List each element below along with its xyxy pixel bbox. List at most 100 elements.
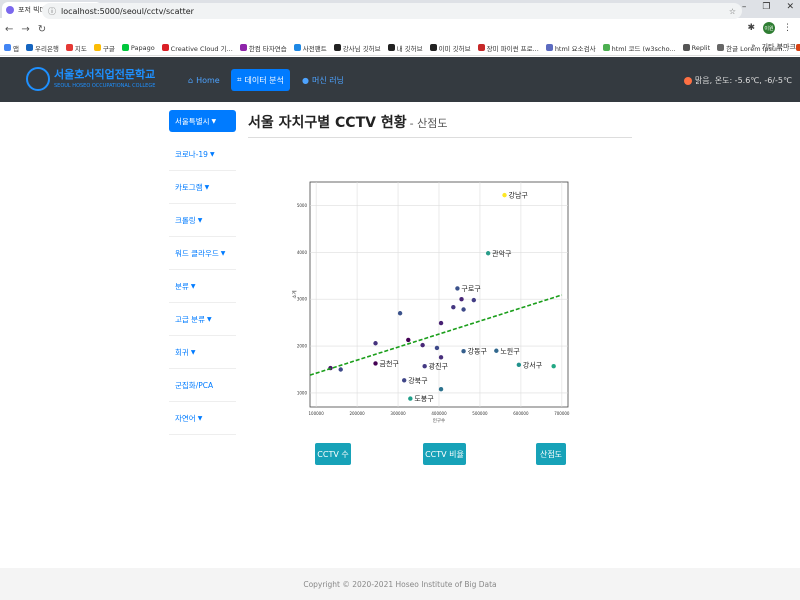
back-icon[interactable]: ← bbox=[5, 24, 13, 35]
y-axis-label: 소계 bbox=[291, 290, 298, 298]
profile-avatar[interactable]: 이원 bbox=[763, 22, 775, 34]
bookmark-item[interactable]: 지도 bbox=[65, 43, 87, 53]
bookmark-item[interactable]: 내 깃허브 bbox=[387, 43, 423, 53]
bookmark-item[interactable]: Creative Cloud 기... bbox=[161, 43, 233, 53]
bookmark-item[interactable]: html 요소검사 bbox=[545, 43, 596, 53]
home-icon: ⌂ bbox=[188, 75, 194, 85]
page-subtitle: - 산점도 bbox=[409, 117, 448, 130]
data-point bbox=[397, 311, 403, 316]
url-text: localhost:5000/seoul/cctv/scatter bbox=[61, 6, 194, 16]
data-point bbox=[551, 364, 556, 369]
sidebar-item-crawling[interactable]: 크롤링 ▼ bbox=[169, 204, 236, 237]
caret-down-icon: ▼ bbox=[197, 216, 203, 224]
window-controls: – ❐ ✕ bbox=[742, 2, 794, 12]
brain-icon: ● bbox=[302, 75, 309, 85]
reload-icon[interactable]: ↻ bbox=[38, 24, 46, 35]
point-label: 강동구 bbox=[468, 347, 488, 356]
x-axis-label: 인구수 bbox=[433, 417, 445, 424]
data-point bbox=[516, 362, 522, 368]
nav-data-analysis[interactable]: ⌗ 데이터 분석 bbox=[231, 69, 290, 91]
other-bookmarks[interactable]: 기타 북마크 bbox=[762, 42, 796, 52]
google-icon bbox=[93, 44, 101, 51]
y-tick-label: 3000 bbox=[297, 297, 308, 302]
data-point bbox=[408, 396, 413, 401]
data-point bbox=[406, 337, 411, 343]
sidebar-item-cartogram[interactable]: 카토그램 ▼ bbox=[169, 171, 236, 204]
bookmark-item[interactable]: ppt bbox=[795, 44, 800, 52]
cctv-count-button[interactable]: CCTV 수 bbox=[315, 443, 351, 465]
github-icon bbox=[333, 44, 341, 51]
weather-status: 맑음, 온도: -5.6℃, -6/-5℃ bbox=[683, 75, 792, 86]
x-tick-label: 600000 bbox=[513, 411, 529, 416]
brand-logo[interactable]: 서울호서직업전문학교 SEOUL HOSEO OCCUPATIONAL COLL… bbox=[26, 65, 155, 95]
brand-title: 서울호서직업전문학교 bbox=[54, 68, 156, 81]
caret-down-icon: ▼ bbox=[204, 183, 210, 191]
data-point bbox=[373, 361, 378, 366]
adobe-icon bbox=[161, 44, 169, 51]
caret-down-icon: ▼ bbox=[190, 348, 196, 356]
chart-icon: ⌗ bbox=[237, 75, 242, 84]
brand-subtitle: SEOUL HOSEO OCCUPATIONAL COLLEGE bbox=[54, 83, 156, 89]
sidebar-item-advanced-classification[interactable]: 고급 분류 ▼ bbox=[169, 303, 236, 336]
caret-down-icon: ▼ bbox=[211, 117, 217, 125]
bookmark-item[interactable]: 우리은행 bbox=[25, 43, 59, 53]
y-tick-label: 4000 bbox=[297, 250, 308, 255]
sidebar-item-nlp[interactable]: 자연어 ▼ bbox=[169, 402, 236, 435]
bookmark-item[interactable]: Papago bbox=[121, 44, 155, 52]
x-tick-label: 500000 bbox=[472, 411, 488, 416]
lorem-icon bbox=[717, 44, 725, 51]
url-input[interactable]: ⓘ localhost:5000/seoul/cctv/scatter ☆ bbox=[42, 3, 742, 19]
footer: Copyright © 2020-2021 Hoseo Institute of… bbox=[0, 568, 800, 600]
bookmark-item[interactable]: 한컴 타자연습 bbox=[239, 43, 287, 53]
data-point bbox=[485, 251, 491, 256]
caret-down-icon: ▼ bbox=[220, 249, 226, 257]
bookmarks-more-button[interactable]: » bbox=[751, 42, 755, 52]
apps-icon bbox=[4, 44, 11, 51]
bookmark-item[interactable]: html 코드 (w3scho... bbox=[602, 43, 676, 53]
bookmark-item[interactable]: 앱 bbox=[4, 43, 19, 53]
maximize-icon[interactable]: ❐ bbox=[762, 2, 770, 12]
sidebar-item-covid19[interactable]: 코로나-19 ▼ bbox=[169, 138, 236, 171]
scatter-button[interactable]: 산점도 bbox=[536, 443, 566, 465]
minimize-icon[interactable]: – bbox=[742, 2, 747, 12]
sidebar-item-clustering[interactable]: 군집화/PCA bbox=[169, 369, 236, 402]
data-point bbox=[471, 297, 477, 303]
y-tick-label: 5000 bbox=[297, 203, 308, 208]
replit-icon bbox=[682, 44, 690, 51]
menu-icon[interactable]: ⋮ bbox=[783, 23, 792, 33]
x-tick-label: 200000 bbox=[349, 411, 365, 416]
bookmark-item[interactable]: Replit bbox=[682, 44, 710, 52]
data-point bbox=[438, 386, 444, 392]
caret-down-icon: ▼ bbox=[206, 315, 212, 323]
caret-down-icon: ▼ bbox=[197, 414, 203, 422]
data-point bbox=[434, 345, 440, 351]
info-icon[interactable]: ⓘ bbox=[48, 6, 56, 17]
weather-icon bbox=[683, 76, 692, 85]
extensions-icon[interactable]: ✱ bbox=[747, 23, 755, 33]
data-point bbox=[373, 341, 378, 346]
site-navbar: 서울호서직업전문학교 SEOUL HOSEO OCCUPATIONAL COLL… bbox=[0, 57, 800, 102]
close-window-icon[interactable]: ✕ bbox=[786, 2, 794, 12]
sidebar-item-seoul[interactable]: 서울특별시 ▼ bbox=[169, 110, 236, 132]
x-tick-label: 700000 bbox=[554, 411, 570, 416]
nav-home[interactable]: ⌂ Home bbox=[182, 69, 226, 91]
nav-machine-learning[interactable]: ● 머신 러닝 bbox=[296, 69, 350, 91]
bookmarks-bar: 앱 우리은행 지도 구글 Papago Creative Cloud 기... … bbox=[0, 40, 800, 56]
sidebar-item-classification[interactable]: 분류 ▼ bbox=[169, 270, 236, 303]
bookmark-item[interactable]: 강사님 깃허브 bbox=[333, 43, 381, 53]
data-point bbox=[438, 355, 444, 360]
bookmark-item[interactable]: 이미 깃허브 bbox=[429, 43, 471, 53]
cctv-ratio-button[interactable]: CCTV 비율 bbox=[423, 443, 466, 465]
sidebar-item-wordcloud[interactable]: 워드 클라우드 ▼ bbox=[169, 237, 236, 270]
sidebar-item-regression[interactable]: 회귀 ▼ bbox=[169, 336, 236, 369]
extension-area: ✱ 이원 ⋮ bbox=[747, 22, 792, 34]
bookmark-item[interactable]: 구글 bbox=[93, 43, 115, 53]
bookmark-star-icon[interactable]: ☆ bbox=[729, 7, 736, 16]
bookmark-item[interactable]: 사전팬트 bbox=[293, 43, 327, 53]
github-icon bbox=[429, 44, 437, 51]
hancom-icon bbox=[239, 44, 247, 51]
bookmark-item[interactable]: 장미 파이썬 프로... bbox=[477, 43, 539, 53]
bookmarks-overflow: » 기타 북마크 bbox=[751, 42, 796, 52]
forward-icon[interactable]: → bbox=[21, 24, 29, 35]
scatter-plot: 100000 200000 300000 400000 500000 600000 7000… bbox=[291, 181, 570, 424]
